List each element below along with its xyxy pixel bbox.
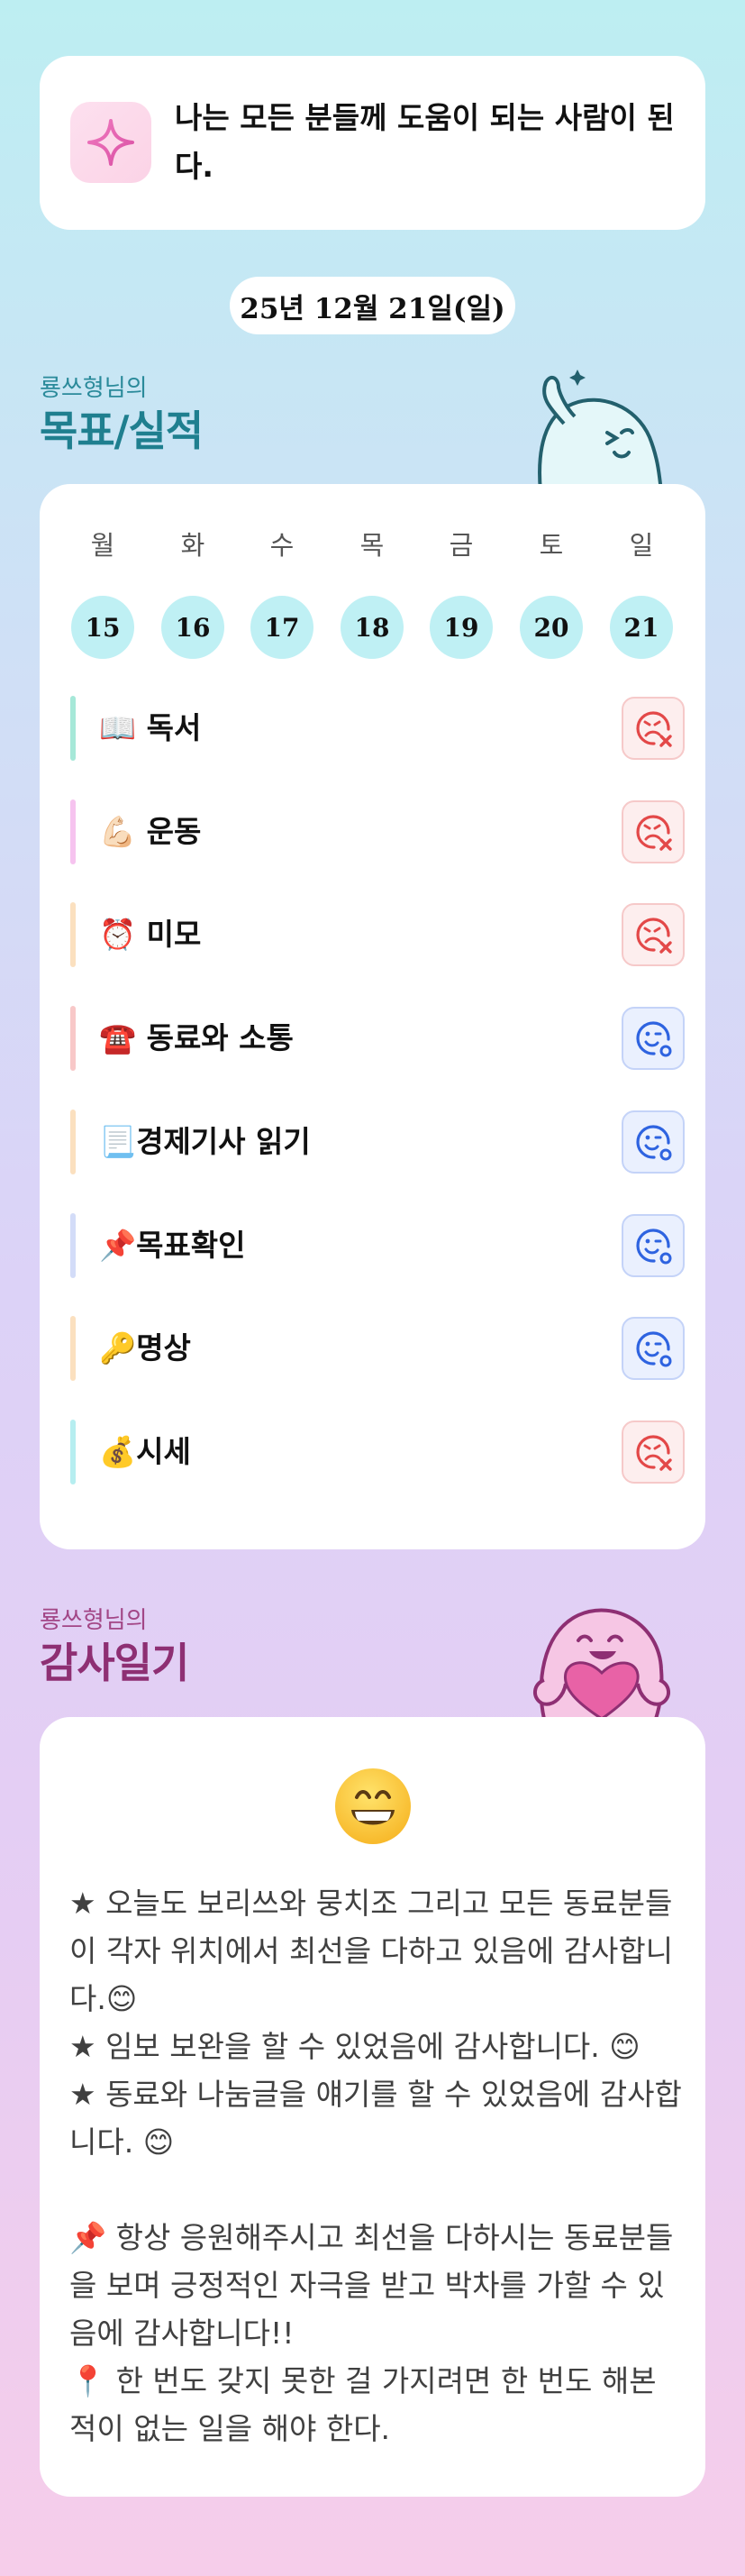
- thanks-card: ★ 오늘도 보리쓰와 뭉치조 그리고 모든 동료분들이 각자 위치에서 최선을 …: [40, 1717, 705, 2497]
- goal-row[interactable]: 📌목표확인: [70, 1212, 685, 1278]
- goal-missed-icon[interactable]: [622, 903, 685, 967]
- goal-label: 📖 독서: [99, 710, 202, 745]
- goal-label: ⏰ 미모: [99, 917, 202, 953]
- goal-color-bar: [70, 902, 76, 968]
- goal-row[interactable]: 📖 독서: [70, 696, 685, 761]
- date-circle[interactable]: 15: [71, 596, 134, 659]
- weekday-label: 토: [539, 530, 564, 561]
- goal-label: 📌목표확인: [99, 1227, 246, 1263]
- weekday-label: 금: [449, 530, 474, 561]
- goal-color-bar: [70, 1212, 76, 1278]
- goal-achieved-icon[interactable]: [622, 1213, 685, 1277]
- motto-text: 나는 모든 분들께 도움이 되는 사람이 된다.: [175, 100, 675, 184]
- weekday-label: 월: [90, 530, 115, 561]
- weekday-label: 화: [180, 530, 205, 561]
- date-circle[interactable]: 20: [520, 596, 583, 659]
- goal-missed-icon[interactable]: [622, 799, 685, 863]
- goal-row[interactable]: 💰시세: [70, 1419, 685, 1484]
- grinning-face-icon: [335, 1768, 411, 1844]
- goal-label: 💰시세: [99, 1433, 191, 1469]
- goal-achieved-icon[interactable]: [622, 1317, 685, 1381]
- goal-missed-icon[interactable]: [622, 697, 685, 760]
- day-column[interactable]: 목 18: [341, 527, 404, 659]
- weekday-label: 일: [629, 530, 654, 561]
- weekday-label: 수: [269, 530, 295, 561]
- thanks-section-title: 감사일기: [40, 1639, 189, 1687]
- goal-label: 📃경제기사 읽기: [99, 1123, 311, 1159]
- date-circle[interactable]: 17: [250, 596, 313, 659]
- goals-card: 월 15 화 16 수 17 목 18 금 19 토 20 일 21 📖 독서: [40, 484, 705, 1549]
- heart-hugging-mascot: [533, 1608, 670, 1719]
- day-column[interactable]: 일 21: [610, 527, 673, 659]
- day-column[interactable]: 월 15: [71, 527, 134, 659]
- goal-color-bar: [70, 1419, 76, 1484]
- date-circle[interactable]: 19: [430, 596, 493, 659]
- goal-row[interactable]: 📃경제기사 읽기: [70, 1109, 685, 1174]
- date-circle[interactable]: 21: [610, 596, 673, 659]
- waving-ghost-mascot: [538, 370, 664, 491]
- goals-section-title: 목표/실적: [40, 406, 204, 455]
- goal-achieved-icon[interactable]: [622, 1007, 685, 1071]
- goal-row[interactable]: ⏰ 미모: [70, 902, 685, 968]
- day-column[interactable]: 화 16: [161, 527, 224, 659]
- date-circle[interactable]: 18: [341, 596, 404, 659]
- date-label: 25년 12월 21일(일): [230, 277, 515, 334]
- weekday-label: 목: [359, 530, 385, 561]
- goal-missed-icon[interactable]: [622, 1420, 685, 1484]
- day-column[interactable]: 수 17: [250, 527, 313, 659]
- goal-color-bar: [70, 799, 76, 864]
- goal-label: ☎️ 동료와 소통: [99, 1020, 294, 1056]
- goal-row[interactable]: 🔑명상: [70, 1316, 685, 1382]
- thanks-journal-text: ★ 오늘도 보리쓰와 뭉치조 그리고 모든 동료분들이 각자 위치에서 최선을 …: [69, 1886, 682, 2446]
- motto-card: 나는 모든 분들께 도움이 되는 사람이 된다.: [40, 56, 705, 230]
- day-column[interactable]: 토 20: [520, 527, 583, 659]
- goal-label: 💪🏻 운동: [99, 813, 202, 849]
- goal-achieved-icon[interactable]: [622, 1110, 685, 1174]
- goal-color-bar: [70, 1316, 76, 1382]
- goal-row[interactable]: 💪🏻 운동: [70, 799, 685, 864]
- date-circle[interactable]: 16: [161, 596, 224, 659]
- sparkle-icon: [70, 102, 151, 183]
- goal-color-bar: [70, 1006, 76, 1072]
- goal-row[interactable]: ☎️ 동료와 소통: [70, 1006, 685, 1072]
- day-column[interactable]: 금 19: [430, 527, 493, 659]
- goal-color-bar: [70, 1109, 76, 1174]
- goal-label: 🔑명상: [99, 1330, 191, 1366]
- goal-color-bar: [70, 696, 76, 761]
